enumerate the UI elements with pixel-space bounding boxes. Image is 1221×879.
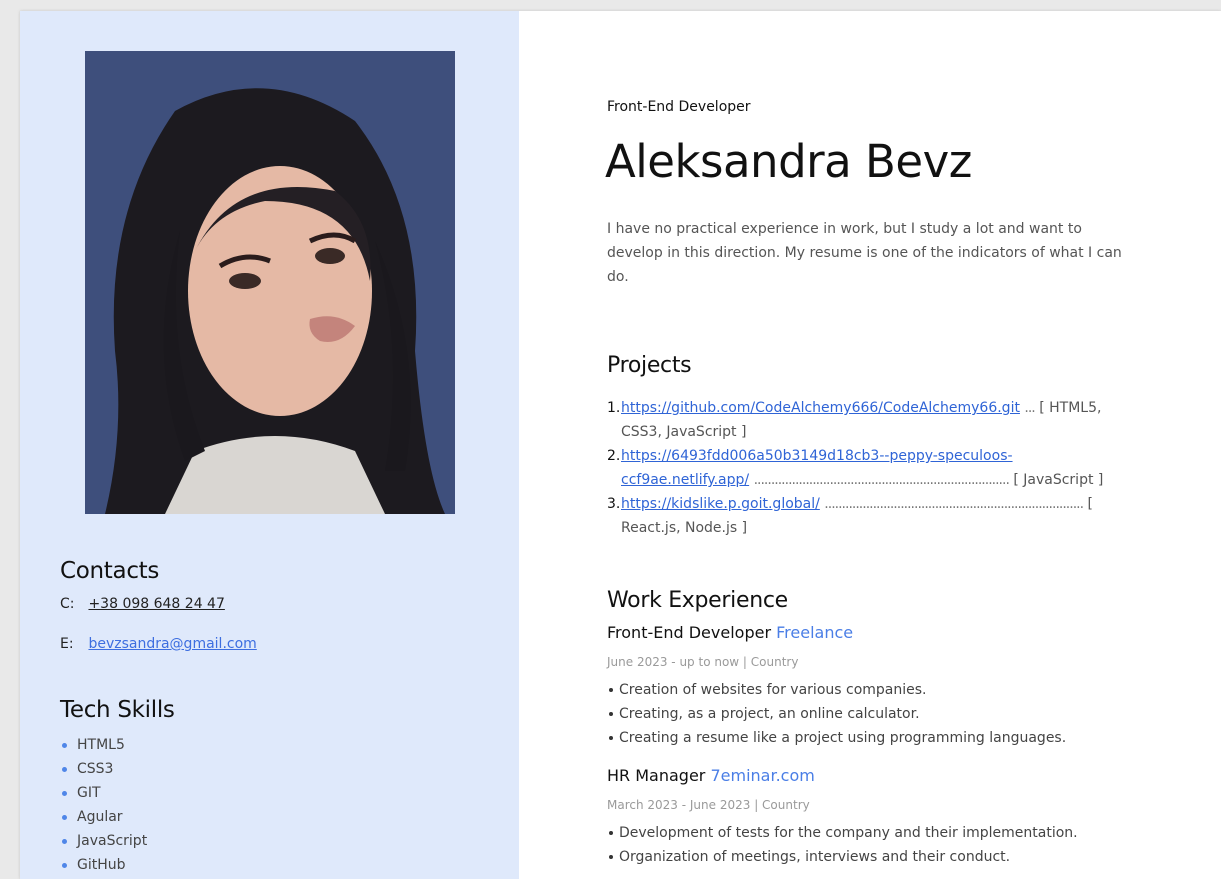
skill-item: GIT xyxy=(60,781,147,805)
phone-label: C: xyxy=(60,596,75,612)
job-company: Freelance xyxy=(776,623,854,642)
project-item: 3. https://kidslike.p.goit.global/ .....… xyxy=(607,492,1137,540)
job-role: Front-End Developer Freelance xyxy=(607,623,853,642)
person-name: Aleksandra Bevz xyxy=(605,135,972,188)
about-text: I have no practical experience in work, … xyxy=(607,221,1122,285)
email-label: E: xyxy=(60,636,74,652)
skills-list: HTML5 CSS3 GIT Agular JavaScript GitHub xyxy=(60,733,147,877)
project-dots: ........................................… xyxy=(753,472,1010,488)
projects-list: 1. https://github.com/CodeAlchemy666/Cod… xyxy=(607,396,1137,540)
job-dates: June 2023 - up to now | Country xyxy=(607,655,799,669)
profile-photo xyxy=(85,51,455,514)
project-number: 2. xyxy=(607,448,621,464)
job-role: HR Manager 7eminar.com xyxy=(607,766,815,785)
job-duty: Creating, as a project, an online calcul… xyxy=(608,702,1066,726)
work-experience-heading: Work Experience xyxy=(607,588,788,613)
skill-item: CSS3 xyxy=(60,757,147,781)
project-item: 1. https://github.com/CodeAlchemy666/Cod… xyxy=(607,396,1137,444)
projects-heading: Projects xyxy=(607,353,692,378)
project-dots: ... xyxy=(1024,400,1035,416)
sidebar: Contacts C: +38 098 648 24 47 E: bevzsan… xyxy=(20,11,519,879)
resume-page: Contacts C: +38 098 648 24 47 E: bevzsan… xyxy=(20,11,1221,879)
job-role-title: HR Manager xyxy=(607,766,706,785)
skill-item: JavaScript xyxy=(60,829,147,853)
job-company: 7eminar.com xyxy=(710,766,815,785)
project-tech: [ JavaScript ] xyxy=(1013,472,1104,488)
project-link[interactable]: https://kidslike.p.goit.global/ xyxy=(621,496,820,512)
job-dates: March 2023 - June 2023 | Country xyxy=(607,798,810,812)
email-link[interactable]: bevzsandra@gmail.com xyxy=(88,636,256,652)
email-row: E: bevzsandra@gmail.com xyxy=(60,636,257,652)
job-duty: Organization of meetings, interviews and… xyxy=(609,845,1078,869)
job-duties-list: Creation of websites for various compani… xyxy=(608,678,1066,750)
job-title: Front-End Developer xyxy=(607,99,751,115)
project-dots: ........................................… xyxy=(824,496,1084,512)
project-link[interactable]: https://github.com/CodeAlchemy666/CodeAl… xyxy=(621,400,1020,416)
phone-link[interactable]: +38 098 648 24 47 xyxy=(88,596,224,612)
tech-skills-heading: Tech Skills xyxy=(60,697,175,723)
job-duty: Creation of websites for various compani… xyxy=(608,678,1066,702)
job-role-title: Front-End Developer xyxy=(607,623,772,642)
phone-row: C: +38 098 648 24 47 xyxy=(60,596,225,612)
job-duties-list: Development of tests for the company and… xyxy=(609,821,1078,869)
job-duty: Creating a resume like a project using p… xyxy=(608,726,1066,750)
contacts-heading: Contacts xyxy=(60,558,160,584)
skill-item: GitHub xyxy=(60,853,147,877)
skill-item: Agular xyxy=(60,805,147,829)
project-item: 2. https://6493fdd006a50b3149d18cb3--pep… xyxy=(607,444,1137,492)
skill-item: HTML5 xyxy=(60,733,147,757)
project-number: 3. xyxy=(607,496,621,512)
project-number: 1. xyxy=(607,400,621,416)
job-duty: Development of tests for the company and… xyxy=(609,821,1078,845)
